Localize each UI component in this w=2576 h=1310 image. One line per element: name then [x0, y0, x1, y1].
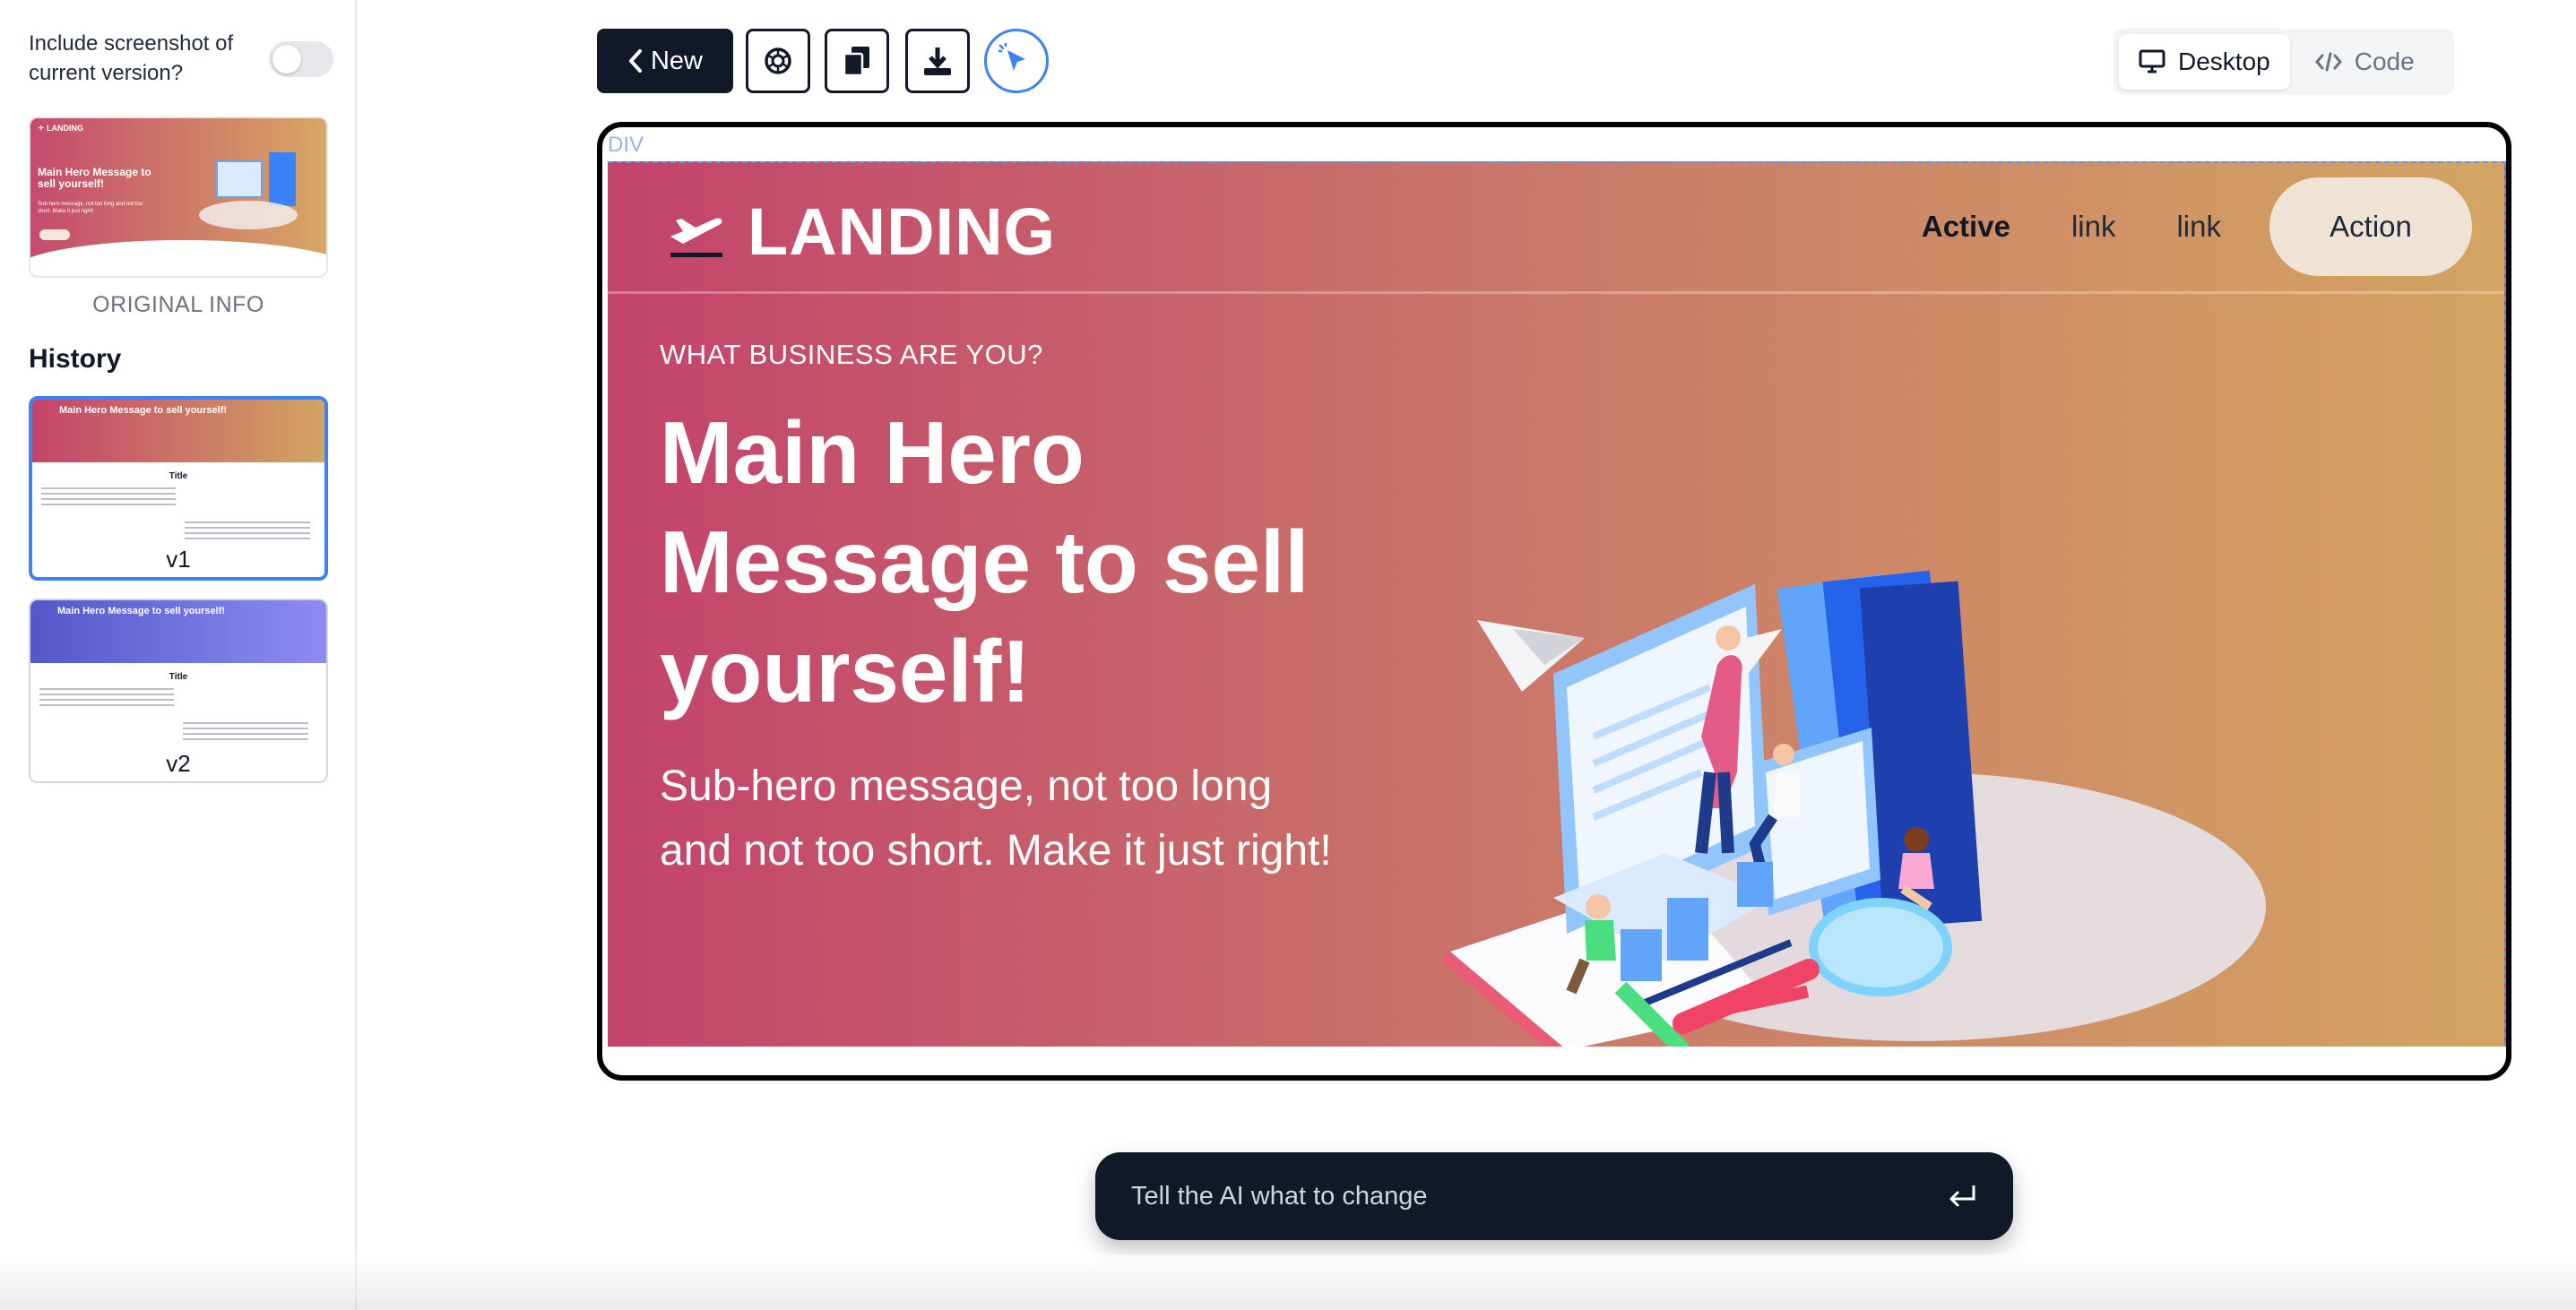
nav-link-2[interactable]: link: [2146, 210, 2252, 244]
thumbnail-logo: ✈ LANDING: [38, 124, 84, 133]
original-caption: ORIGINAL INFO: [92, 292, 264, 317]
copy-icon: [843, 47, 869, 77]
tab-desktop-label: Desktop: [2178, 47, 2270, 75]
thumbnail-illustration: [199, 152, 298, 229]
toggle-label: Include screenshot of current version?: [29, 31, 234, 85]
thumbnail-wave: [30, 240, 326, 276]
hero-navbar: LANDING Active link link Action: [608, 163, 2504, 294]
history-mini-title: Title: [169, 672, 188, 682]
enter-return-icon[interactable]: [1947, 1183, 1977, 1210]
element-tag-label: DIV: [608, 133, 644, 157]
preview-frame: DIV LANDING Active link link Action WHAT…: [597, 122, 2511, 1081]
select-element-button[interactable]: [984, 29, 1049, 93]
history-mini-title: Title: [169, 471, 188, 481]
new-button[interactable]: New: [597, 29, 733, 93]
openai-icon: [765, 47, 791, 74]
include-screenshot-toggle[interactable]: [269, 41, 333, 77]
tab-desktop[interactable]: Desktop: [2119, 34, 2290, 90]
nav-link-1[interactable]: link: [2041, 210, 2147, 244]
history-text-lines: [185, 521, 310, 543]
hero-illustration: [1441, 570, 2266, 1047]
logo[interactable]: LANDING: [665, 194, 1056, 270]
nav-action-button[interactable]: Action: [2269, 177, 2472, 276]
history-item-v1[interactable]: Main Hero Message to sell yourself! Titl…: [29, 396, 328, 581]
sidebar: Include screenshot of current version? ✈…: [0, 0, 357, 1310]
history-text-lines: [41, 487, 176, 509]
hero-eyebrow: WHAT BUSINESS ARE YOU?: [660, 339, 1043, 370]
history-text-lines: [183, 722, 308, 744]
nav-links: Active link link Action: [1891, 177, 2472, 276]
hero-title: Main Hero Message to sell yourself!: [660, 403, 1310, 720]
nav-link-active[interactable]: Active: [1891, 210, 2041, 244]
new-button-label: New: [650, 46, 703, 75]
history-label: v2: [166, 750, 191, 777]
ai-prompt-input[interactable]: Tell the AI what to change: [1095, 1152, 2013, 1240]
copy-button[interactable]: [825, 29, 889, 93]
openai-button[interactable]: [746, 29, 810, 93]
history-label: v1: [166, 546, 191, 573]
history-body: Title: [30, 663, 326, 753]
thumbnail-hero: ✈ LANDING Main Hero Message to sell your…: [30, 118, 326, 276]
history-title: History: [29, 344, 122, 374]
screenshot-toggle-row: Include screenshot of current version?: [29, 29, 333, 88]
thumbnail-message: Main Hero Message to sell yourself!: [38, 166, 151, 190]
toggle-knob: [272, 45, 302, 73]
logo-text: LANDING: [748, 194, 1057, 269]
code-icon: [2314, 52, 2342, 72]
tab-code-label: Code: [2354, 47, 2415, 75]
bottom-shadow: [0, 1254, 2576, 1310]
view-switch: Desktop Code: [2114, 29, 2454, 95]
history-text-lines: [39, 688, 174, 710]
chevron-left-icon: [628, 49, 642, 73]
hero-section[interactable]: LANDING Active link link Action WHAT BUS…: [608, 161, 2506, 1047]
history-hero: Main Hero Message to sell yourself!: [30, 600, 326, 663]
history-body: Title: [32, 462, 324, 552]
hero-subtitle: Sub-hero message, not too long and not t…: [660, 763, 1332, 875]
original-thumbnail[interactable]: ✈ LANDING Main Hero Message to sell your…: [29, 116, 328, 278]
history-hero: Main Hero Message to sell yourself!: [32, 400, 324, 462]
plane-takeoff-icon: [670, 217, 722, 257]
desktop-icon: [2139, 49, 2165, 73]
history-item-v2[interactable]: Main Hero Message to sell yourself! Titl…: [29, 599, 328, 783]
download-icon: [924, 47, 951, 75]
select-cursor-icon: [998, 43, 1025, 71]
thumbnail-button: [39, 229, 70, 240]
tab-code[interactable]: Code: [2295, 34, 2434, 90]
prompt-placeholder: Tell the AI what to change: [1131, 1181, 1428, 1211]
download-button[interactable]: [905, 29, 970, 93]
thumbnail-sub: Sub-hero message, not too long and not t…: [38, 202, 143, 214]
